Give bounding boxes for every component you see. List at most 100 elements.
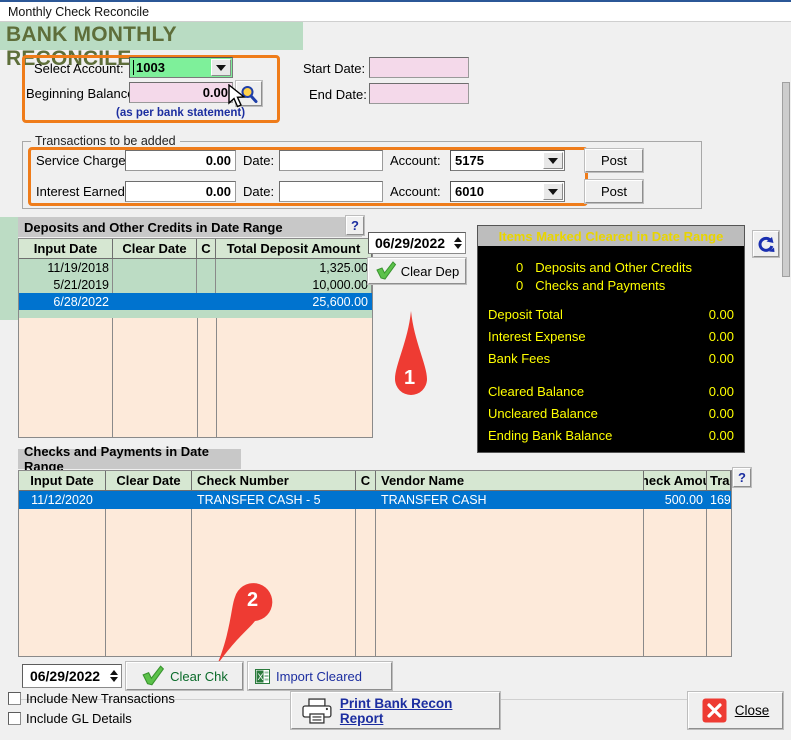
- service-charge-date-label: Date:: [243, 153, 275, 168]
- green-check-icon: [142, 665, 165, 686]
- clear-dep-label: Clear Dep: [400, 263, 460, 279]
- service-charge-account-dropdown[interactable]: 5175: [450, 150, 565, 171]
- deposits-help-button[interactable]: ?: [345, 215, 365, 236]
- excel-icon: X: [255, 668, 270, 684]
- deposits-grid[interactable]: Input Date Clear Date C Total Deposit Am…: [18, 238, 373, 438]
- beginning-balance-label: Beginning Balance:: [26, 86, 139, 101]
- post-service-charge-button[interactable]: Post: [584, 148, 644, 173]
- total-deposit-total: Deposit Total 0.00: [478, 307, 744, 322]
- cell-clear-date: [113, 293, 197, 310]
- chevron-down-icon[interactable]: [211, 59, 231, 76]
- checks-col-clear-date: Clear Date: [106, 471, 192, 490]
- cleared-count-checks-label: Checks and Payments: [535, 278, 666, 293]
- step-marker-1: 1: [383, 311, 439, 411]
- include-new-transactions-checkbox[interactable]: [8, 692, 21, 705]
- print-bank-recon-report-label: Print Bank Recon Report: [339, 695, 453, 726]
- checks-col-tra: Tra: [707, 471, 731, 490]
- deposits-help-label: ?: [351, 218, 359, 233]
- start-date-field[interactable]: [369, 57, 469, 78]
- bank-reconcile-form: BANK MONTHLY RECONCILE Select Account: 1…: [0, 22, 791, 740]
- cell-input-date: 5/21/2019: [19, 276, 113, 293]
- include-gl-details-checkbox[interactable]: [8, 712, 21, 725]
- chevron-down-icon[interactable]: [543, 152, 563, 169]
- step-marker-2-number: 2: [247, 589, 259, 611]
- post-interest-earned-button[interactable]: Post: [584, 179, 644, 204]
- table-row[interactable]: 6/28/2022 25,600.00: [19, 293, 372, 310]
- cell-check-number: TRANSFER CASH - 5: [192, 491, 356, 509]
- refresh-icon: [758, 236, 775, 252]
- cell-clear-date: [106, 491, 192, 509]
- clear-chk-button[interactable]: Clear Chk: [125, 661, 244, 691]
- deposits-selection-strip: [0, 217, 18, 320]
- cell-vendor-name: TRANSFER CASH: [376, 491, 644, 509]
- cell-c: [197, 259, 216, 276]
- service-charge-label: Service Charge:: [36, 153, 130, 168]
- end-date-field[interactable]: [369, 83, 469, 104]
- checks-clear-date-value: 06/29/2022: [29, 668, 101, 684]
- select-account-value: 1003: [133, 60, 165, 75]
- checks-grid-title: Checks and Payments in Date Range: [18, 444, 241, 474]
- svg-text:X: X: [258, 672, 264, 682]
- service-charge-amount-field[interactable]: 0.00: [125, 150, 236, 171]
- beginning-balance-note: (as per bank statement): [116, 107, 246, 119]
- print-bank-recon-report-button[interactable]: Print Bank Recon Report: [290, 691, 501, 730]
- deposits-col-c: C: [197, 239, 216, 258]
- checks-clear-date-spinner[interactable]: 06/29/2022: [22, 664, 122, 688]
- beginning-balance-field[interactable]: 0.00: [129, 82, 233, 103]
- balance-uncleared: Uncleared Balance 0.00: [478, 406, 744, 421]
- end-date-label: End Date:: [309, 87, 367, 102]
- page-banner: BANK MONTHLY RECONCILE: [0, 22, 303, 70]
- post-label: Post: [600, 153, 627, 168]
- table-row[interactable]: 11/19/2018 1,325.00: [19, 259, 372, 276]
- balance-cleared-label: Cleared Balance: [488, 384, 585, 399]
- deposits-clear-date-spinner[interactable]: 06/29/2022: [368, 232, 466, 254]
- chevron-down-icon[interactable]: [543, 183, 563, 200]
- interest-earned-date-field[interactable]: [279, 181, 383, 202]
- cell-check-amount: 500.00: [644, 491, 707, 509]
- cell-tra: 169: [707, 491, 731, 509]
- checks-col-c: C: [356, 471, 376, 490]
- deposits-grid-empty-area: [19, 318, 372, 437]
- include-new-transactions-label: Include New Transactions: [26, 691, 175, 706]
- total-interest-expense-label: Interest Expense: [488, 329, 586, 344]
- select-account-dropdown[interactable]: 1003: [129, 57, 233, 78]
- total-deposit-total-label: Deposit Total: [488, 307, 563, 322]
- spinner-up-down-icon[interactable]: [451, 233, 465, 253]
- total-interest-expense-value: 0.00: [708, 329, 734, 344]
- deposits-grid-body-green: 11/19/2018 1,325.00 5/21/2019 10,000.00 …: [19, 259, 372, 318]
- clear-dep-button[interactable]: Clear Dep: [367, 257, 467, 285]
- checks-grid-header: Input Date Clear Date Check Number C Ven…: [19, 471, 731, 491]
- refresh-button[interactable]: [752, 230, 780, 258]
- checks-help-label: ?: [738, 470, 746, 485]
- total-deposit-total-value: 0.00: [708, 307, 734, 322]
- service-charge-date-field[interactable]: [279, 150, 383, 171]
- balance-uncleared-label: Uncleared Balance: [488, 406, 598, 421]
- service-charge-account-label: Account:: [390, 153, 441, 168]
- close-button[interactable]: Close: [687, 691, 784, 730]
- table-row[interactable]: 11/12/2020 TRANSFER CASH - 5 TRANSFER CA…: [19, 491, 731, 509]
- total-bank-fees: Bank Fees 0.00: [478, 351, 744, 366]
- import-cleared-button[interactable]: X Import Cleared: [247, 661, 393, 691]
- interest-earned-account-label: Account:: [390, 184, 441, 199]
- form-vertical-scrollbar[interactable]: [781, 22, 791, 660]
- cell-input-date: 11/12/2020: [19, 491, 106, 509]
- checks-help-button[interactable]: ?: [732, 467, 752, 488]
- spinner-up-down-icon[interactable]: [107, 665, 121, 687]
- clear-chk-label: Clear Chk: [170, 668, 228, 684]
- checks-grid[interactable]: Input Date Clear Date Check Number C Ven…: [18, 470, 732, 657]
- balance-uncleared-value: 0.00: [708, 406, 734, 421]
- step-marker-2: 2: [215, 575, 295, 670]
- cleared-count-checks: 0 Checks and Payments: [478, 278, 744, 293]
- total-bank-fees-value: 0.00: [708, 351, 734, 366]
- post-label: Post: [600, 184, 627, 199]
- checks-grid-empty-area: [19, 509, 731, 656]
- interest-earned-account-value: 6010: [455, 184, 484, 199]
- deposits-grid-title: Deposits and Other Credits in Date Range: [18, 217, 362, 237]
- interest-earned-amount-field[interactable]: 0.00: [125, 181, 236, 202]
- checks-col-check-number: Check Number: [192, 471, 356, 490]
- table-row[interactable]: 5/21/2019 10,000.00: [19, 276, 372, 293]
- interest-earned-account-dropdown[interactable]: 6010: [450, 181, 565, 202]
- scrollbar-thumb[interactable]: [782, 82, 790, 277]
- printer-icon: [302, 697, 332, 724]
- deposits-col-total-deposit-amount: Total Deposit Amount: [216, 239, 372, 258]
